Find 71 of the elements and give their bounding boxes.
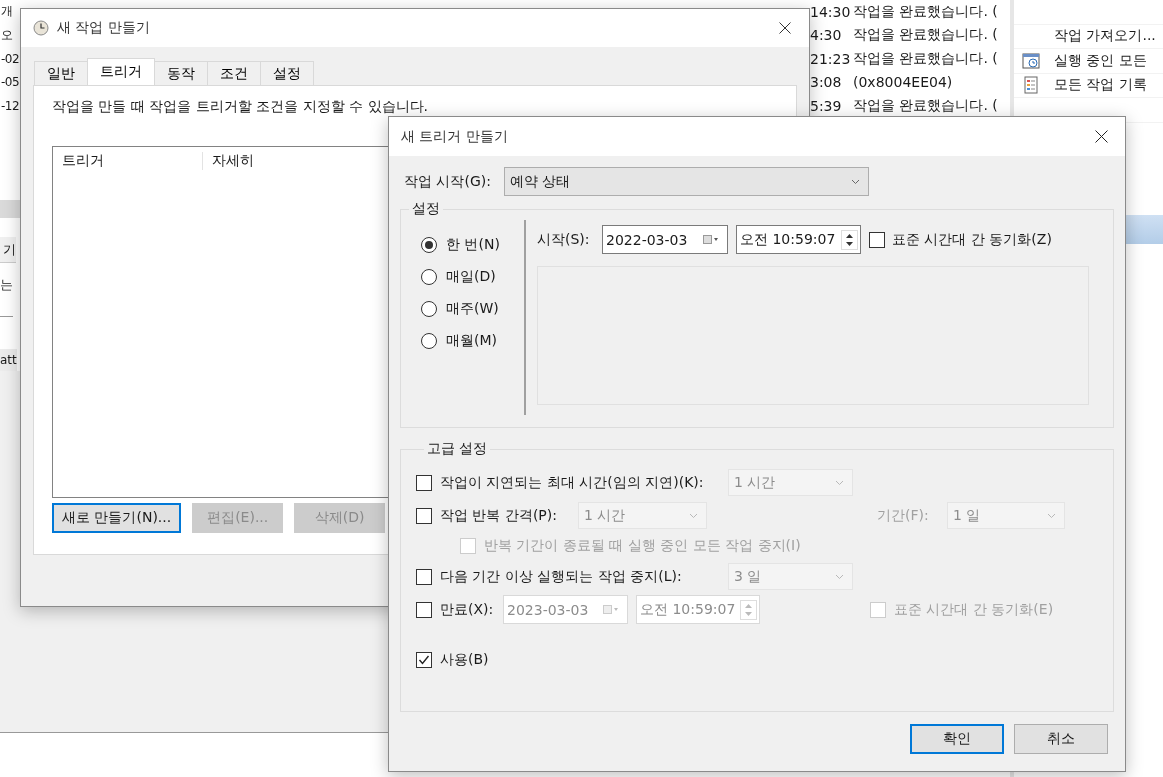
action-button[interactable]: 새로 만들기(N)... (52, 503, 182, 533)
dialog-button[interactable]: 취소 (1014, 724, 1108, 754)
calendar-icon (603, 605, 619, 614)
action-item[interactable]: 실행 중인 모든 (1014, 49, 1163, 74)
list-row[interactable]: att (0, 348, 17, 371)
column-header[interactable]: 트리거 (53, 152, 203, 170)
close-icon (1094, 130, 1108, 143)
run-result: 작업을 완료했습니다. ( (853, 26, 999, 45)
option-label: 작업이 지연되는 최대 시간(임의 지연)(K): (440, 473, 705, 492)
chevron-down-icon (689, 512, 698, 519)
run-time: 4:30 (810, 27, 843, 44)
field-label: 기간(F): (877, 506, 930, 525)
description-text: 는 (0, 275, 13, 317)
checkbox[interactable] (416, 507, 432, 524)
radio-option[interactable]: 매주(W) (421, 298, 524, 320)
run-result: 작업을 완료했습니다. ( (853, 96, 999, 115)
spinner-icon[interactable] (841, 229, 858, 250)
task-name: -05 (0, 75, 20, 90)
option-label: 작업 반복 간격(P): (440, 506, 558, 525)
radio-option[interactable]: 매월(M) (421, 330, 524, 352)
run-result: (0x8004EE04) (853, 74, 954, 91)
column-header[interactable]: 자세히 (203, 152, 352, 170)
action-item[interactable]: 모든 작업 기록 (1014, 73, 1163, 98)
radio-option[interactable]: 한 번(N) (421, 234, 524, 256)
close-icon (779, 22, 791, 34)
checkbox[interactable] (416, 474, 432, 491)
field-label: 작업 시작(G): (403, 172, 492, 191)
window-title: 새 트리거 만들기 (401, 127, 509, 146)
checkbox[interactable] (416, 601, 432, 618)
group-title: 설정 (411, 200, 441, 218)
run-result: 작업을 완료했습니다. ( (853, 2, 999, 21)
option-label: 반복 기간이 종료될 때 실행 중인 모든 작업 중지(I) (484, 537, 801, 555)
checkbox-option[interactable]: 표준 시간대 간 동기화(Z) (869, 230, 1052, 249)
tab[interactable]: 일반 (34, 61, 88, 85)
task-name: 개 (0, 3, 13, 21)
document-list-icon (1022, 76, 1040, 95)
task-name: 오 (0, 26, 13, 44)
tab[interactable]: 트리거 (87, 58, 155, 85)
run-time: 14:30 (810, 3, 852, 20)
dialog-button[interactable]: 확인 (910, 724, 1004, 754)
time-field[interactable]: 오전 10:59:07 (636, 595, 760, 624)
window-clock-icon (1022, 51, 1040, 70)
dropdown[interactable]: 예약 상태 (504, 167, 869, 196)
run-time: 5:39 (810, 97, 843, 114)
option-label: 다음 기간 이상 실행되는 작업 중지(L): (440, 567, 683, 586)
description-text: 작업을 만들 때 작업을 트리거할 조건을 지정할 수 있습니다. (52, 98, 430, 116)
task-name: -02 (0, 51, 20, 66)
tab[interactable]: 설정 (260, 61, 314, 85)
field-label: 시작(S): (537, 230, 591, 249)
chevron-down-icon (1047, 512, 1056, 519)
action-item[interactable]: 작업 가져오기... (1014, 24, 1163, 49)
window-title: 새 작업 만들기 (57, 19, 151, 37)
calendar-icon (703, 235, 719, 244)
group-title: 고급 설정 (426, 440, 489, 458)
option-label: 만료(X): (440, 600, 495, 619)
checkbox[interactable] (416, 651, 432, 668)
option-label: 표준 시간대 간 동기화(E) (894, 600, 1054, 619)
task-name: -12 (0, 98, 20, 113)
tab[interactable]: 기 (0, 236, 16, 263)
run-result: 작업을 완료했습니다. ( (853, 49, 999, 68)
date-field[interactable]: 2022-03-03 (602, 225, 728, 254)
chevron-down-icon (835, 573, 844, 580)
run-time: 21:23 (810, 50, 852, 67)
time-field[interactable]: 오전 10:59:07 (736, 225, 861, 254)
clock-icon (33, 20, 49, 36)
option-label: 사용(B) (440, 650, 489, 669)
checkbox[interactable] (416, 568, 432, 585)
run-time: 3:08 (810, 74, 843, 91)
radio-option[interactable]: 매일(D) (421, 266, 524, 288)
chevron-down-icon (835, 479, 844, 486)
chevron-down-icon (851, 178, 860, 185)
